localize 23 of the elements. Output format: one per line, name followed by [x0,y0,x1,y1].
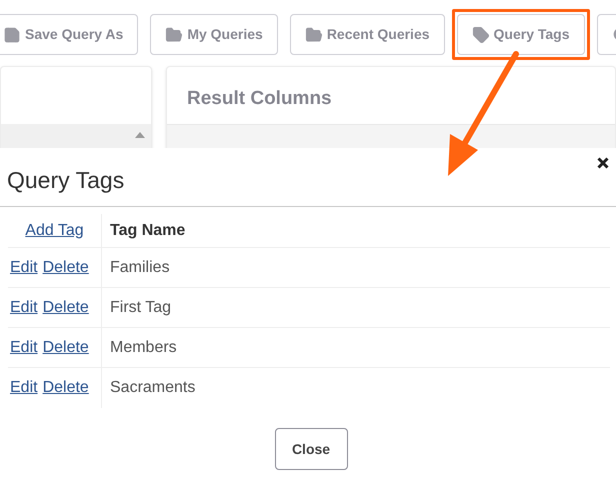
folder-icon [304,26,323,44]
delete-link[interactable]: Delete [42,296,89,320]
add-tag-link[interactable]: Add Tag [25,218,84,242]
save-icon [3,26,21,44]
close-button[interactable]: Close [274,428,348,470]
edit-link[interactable]: Edit [10,296,38,320]
delete-link[interactable]: Delete [42,336,89,360]
edit-link[interactable]: Edit [10,376,38,400]
tag-name: Families [109,258,170,278]
tag-name: First Tag [109,298,172,318]
scroll-up-icon[interactable] [135,132,145,138]
delete-link[interactable]: Delete [42,256,89,280]
close-icon[interactable] [597,157,609,169]
column-header: Tag Name [109,220,186,240]
tag-name: Members [109,338,177,358]
tag-icon [472,26,490,44]
panel-title: Result Columns [186,87,333,111]
delete-link[interactable]: Delete [42,376,89,400]
edit-link[interactable]: Edit [10,336,38,360]
folder-icon [165,26,184,44]
edit-link[interactable]: Edit [10,256,38,280]
modal-title: Query Tags [7,166,124,195]
tag-name: Sacraments [109,378,196,398]
